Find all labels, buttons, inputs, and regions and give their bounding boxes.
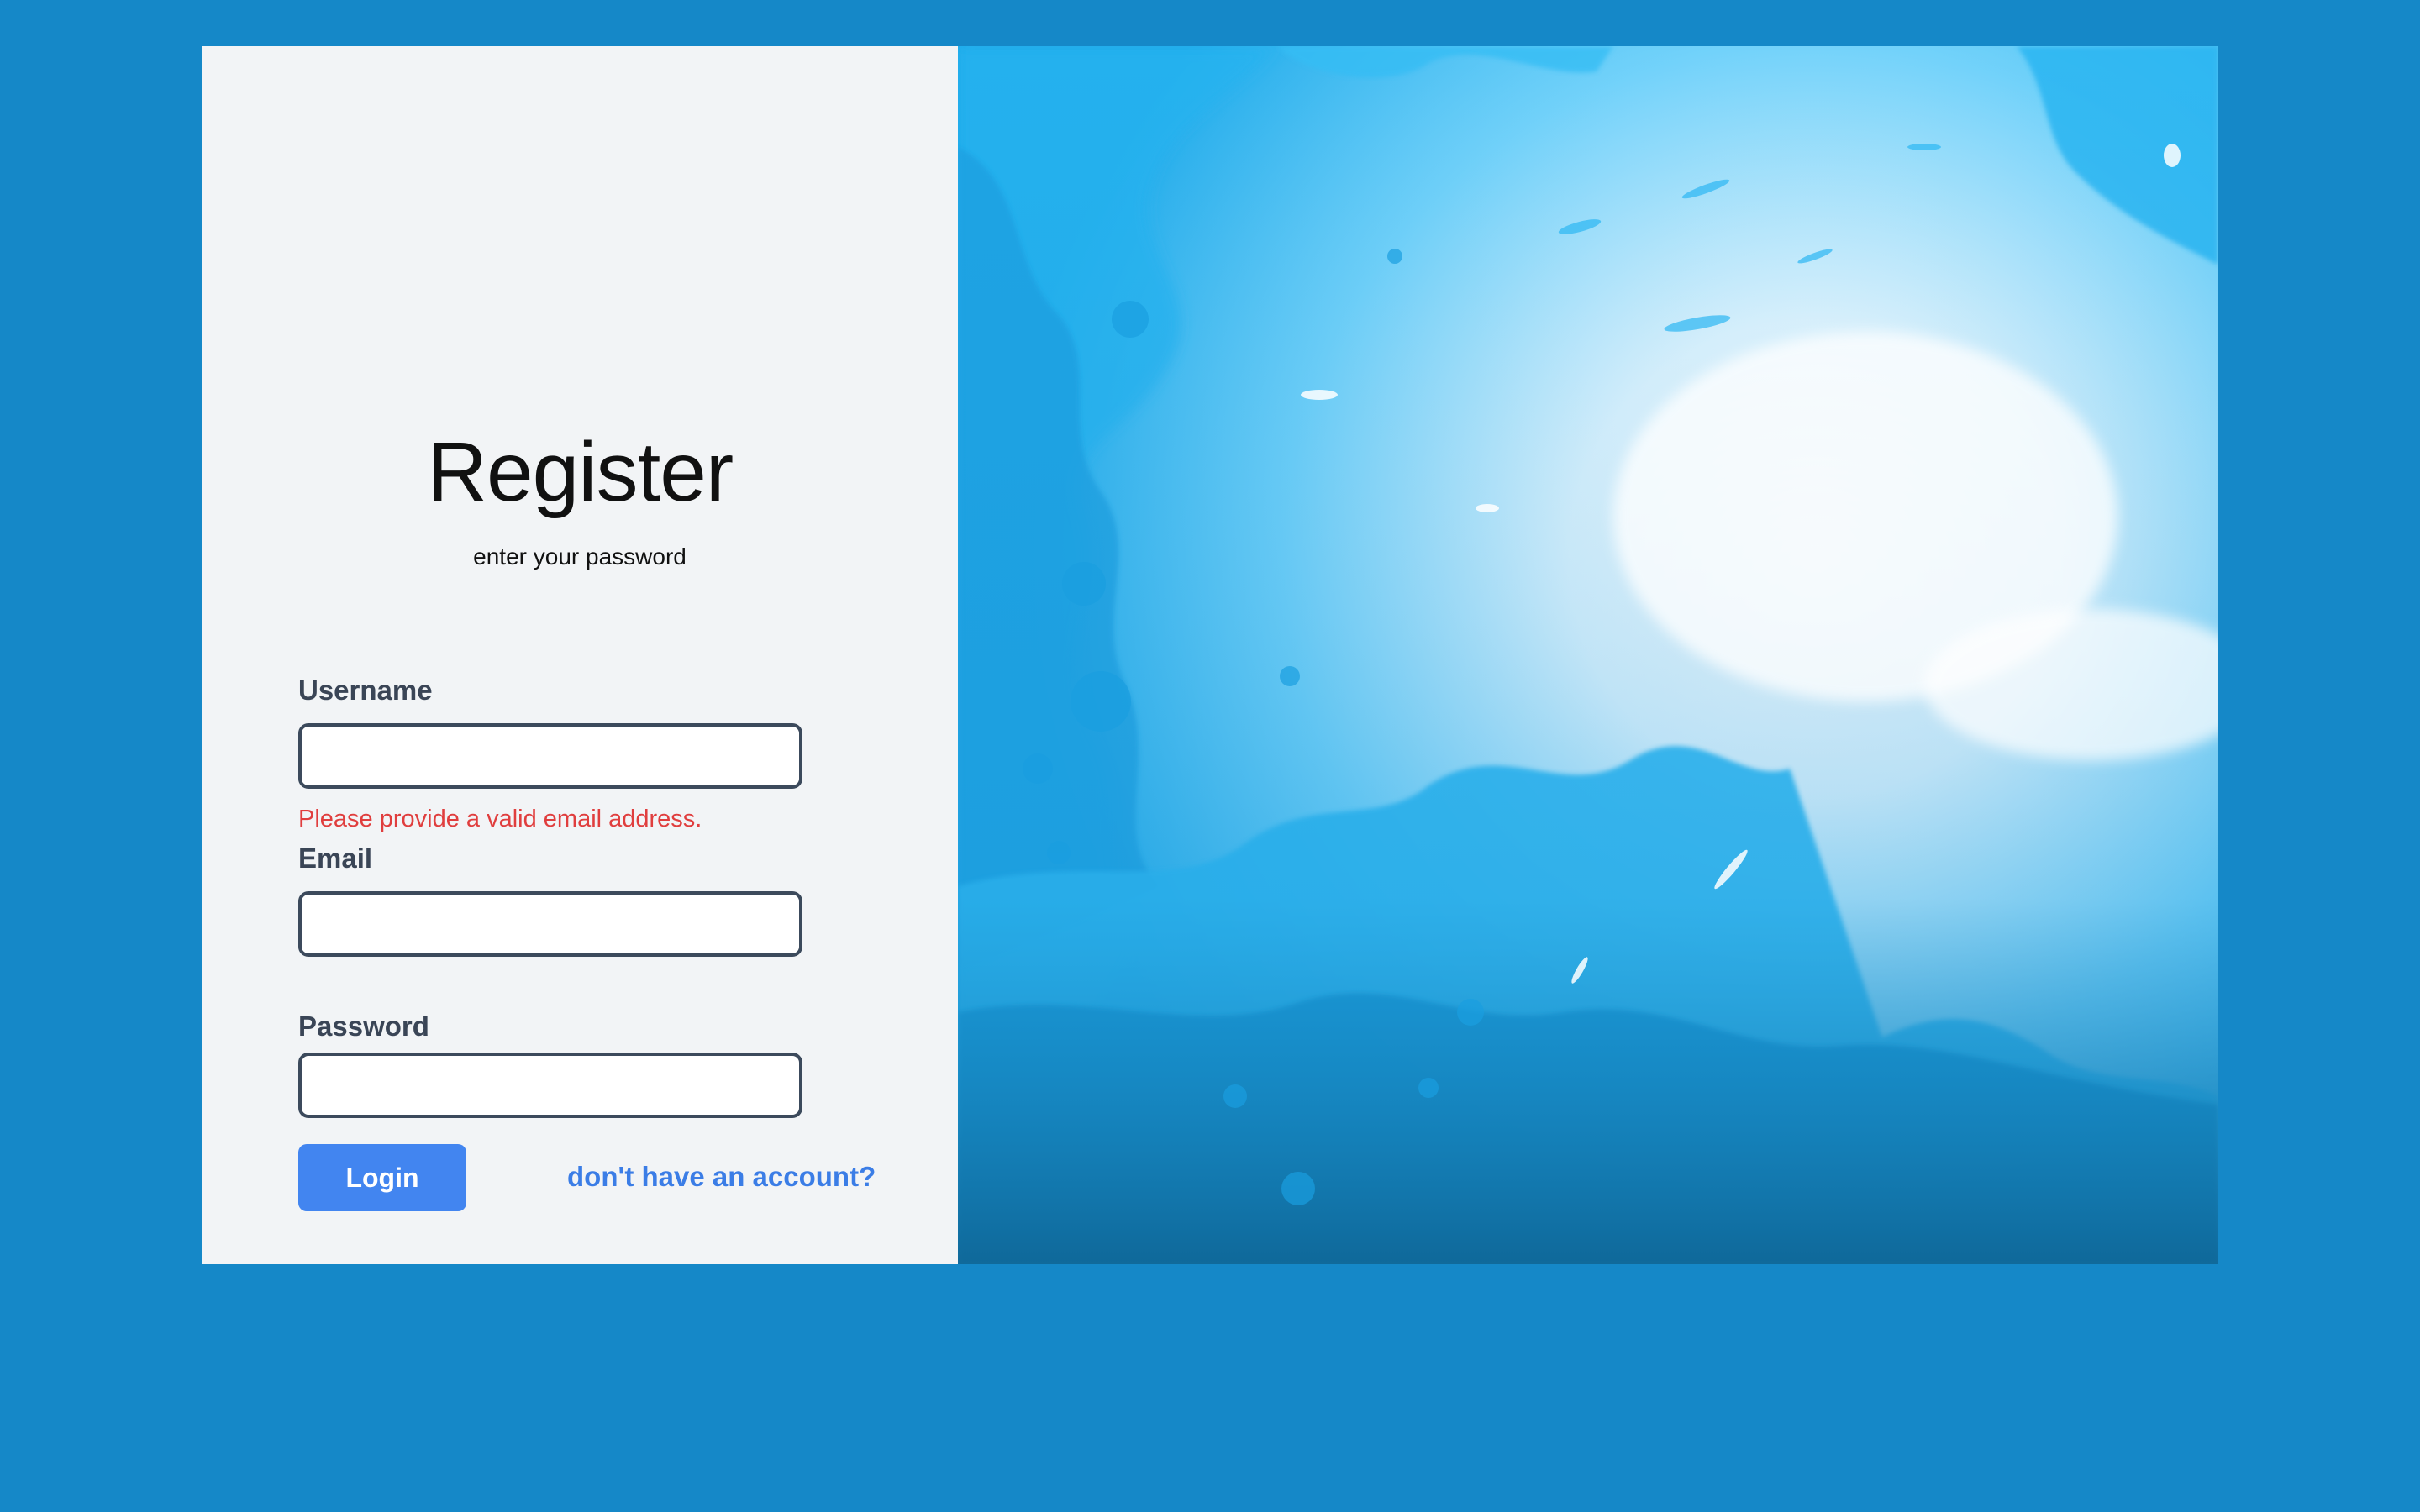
login-button[interactable]: Login	[298, 1144, 466, 1211]
email-input[interactable]	[298, 891, 802, 957]
password-label: Password	[298, 1011, 429, 1042]
password-input[interactable]	[298, 1053, 802, 1118]
page-title: Register	[426, 425, 734, 519]
page-subtitle: enter your password	[473, 543, 687, 570]
watercolor-background-image	[958, 46, 2218, 1264]
email-label: Email	[298, 843, 373, 874]
username-label: Username	[298, 675, 433, 706]
no-account-link[interactable]: don't have an account?	[567, 1161, 876, 1193]
hero-image-panel	[958, 46, 2218, 1264]
email-error-message: Please provide a valid email address.	[298, 806, 702, 832]
register-card: Register enter your password Username Pl…	[202, 46, 2218, 1264]
register-form-panel: Register enter your password Username Pl…	[202, 46, 958, 1264]
username-input[interactable]	[298, 723, 802, 789]
